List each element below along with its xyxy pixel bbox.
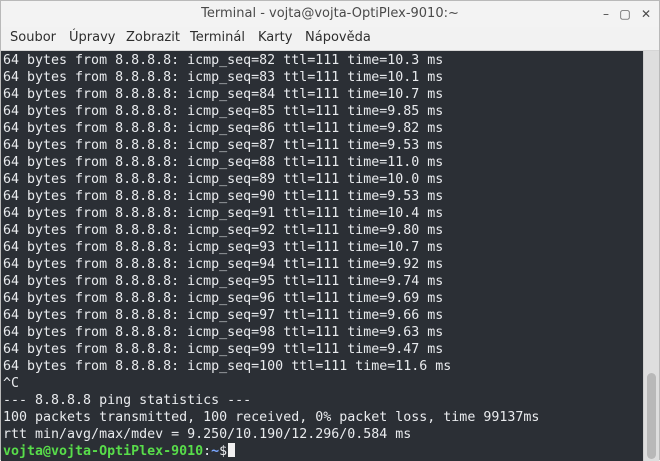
menu-soubor[interactable]: Soubor <box>10 30 56 45</box>
output-line: 64 bytes from 8.8.8.8: icmp_seq=84 ttl=1… <box>3 87 444 102</box>
menu-bar: Soubor Úpravy Zobrazit Terminál Karty Ná… <box>1 27 659 51</box>
scrollbar-thumb[interactable] <box>647 373 656 459</box>
output-line: 64 bytes from 8.8.8.8: icmp_seq=90 ttl=1… <box>3 189 444 204</box>
output-line: 64 bytes from 8.8.8.8: icmp_seq=92 ttl=1… <box>3 223 444 238</box>
output-line: --- 8.8.8.8 ping statistics --- <box>3 393 252 408</box>
minimize-icon[interactable]: – <box>597 5 615 23</box>
menu-karty[interactable]: Karty <box>258 30 292 45</box>
vertical-scrollbar[interactable] <box>643 51 659 461</box>
maximize-icon[interactable]: ▢ <box>616 5 634 23</box>
prompt-user-host: vojta@vojta-OptiPlex-9010 <box>3 444 204 459</box>
terminal-output[interactable]: 64 bytes from 8.8.8.8: icmp_seq=82 ttl=1… <box>1 51 643 461</box>
output-line: 64 bytes from 8.8.8.8: icmp_seq=94 ttl=1… <box>3 257 444 272</box>
output-line: 64 bytes from 8.8.8.8: icmp_seq=82 ttl=1… <box>3 53 444 68</box>
menu-zobrazit[interactable]: Zobrazit <box>126 30 180 45</box>
text-cursor <box>228 443 236 457</box>
output-line: 64 bytes from 8.8.8.8: icmp_seq=89 ttl=1… <box>3 172 444 187</box>
menu-napoveda[interactable]: Nápověda <box>305 30 371 45</box>
menu-terminal[interactable]: Terminál <box>190 30 245 45</box>
output-line: 64 bytes from 8.8.8.8: icmp_seq=95 ttl=1… <box>3 274 444 289</box>
output-line: 64 bytes from 8.8.8.8: icmp_seq=85 ttl=1… <box>3 104 444 119</box>
output-line: 64 bytes from 8.8.8.8: icmp_seq=96 ttl=1… <box>3 291 444 306</box>
output-line: ^C <box>3 376 20 391</box>
output-line: 64 bytes from 8.8.8.8: icmp_seq=88 ttl=1… <box>3 155 444 170</box>
output-line: rtt min/avg/max/mdev = 9.250/10.190/12.2… <box>3 427 412 442</box>
output-line: 64 bytes from 8.8.8.8: icmp_seq=97 ttl=1… <box>3 308 444 323</box>
prompt-line[interactable]: vojta@vojta-OptiPlex-9010:~$ <box>3 443 236 460</box>
output-line: 64 bytes from 8.8.8.8: icmp_seq=91 ttl=1… <box>3 206 444 221</box>
output-line: 64 bytes from 8.8.8.8: icmp_seq=99 ttl=1… <box>3 342 444 357</box>
output-line: 64 bytes from 8.8.8.8: icmp_seq=98 ttl=1… <box>3 325 444 340</box>
prompt-symbol: $ <box>219 444 228 459</box>
close-icon[interactable]: ✕ <box>637 5 655 23</box>
output-line: 100 packets transmitted, 100 received, 0… <box>3 410 540 425</box>
output-line: 64 bytes from 8.8.8.8: icmp_seq=93 ttl=1… <box>3 240 444 255</box>
prompt-path: ~ <box>211 444 220 459</box>
menu-upravy[interactable]: Úpravy <box>69 30 115 45</box>
window-title: Terminal - vojta@vojta-OptiPlex-9010:~ <box>201 6 459 21</box>
terminal-window: Terminal - vojta@vojta-OptiPlex-9010:~ –… <box>0 0 660 461</box>
output-line: 64 bytes from 8.8.8.8: icmp_seq=83 ttl=1… <box>3 70 444 85</box>
output-line: 64 bytes from 8.8.8.8: icmp_seq=86 ttl=1… <box>3 121 444 136</box>
output-line: 64 bytes from 8.8.8.8: icmp_seq=87 ttl=1… <box>3 138 444 153</box>
prompt-separator: : <box>203 444 212 459</box>
output-line: 64 bytes from 8.8.8.8: icmp_seq=100 ttl=… <box>3 359 452 374</box>
title-bar[interactable]: Terminal - vojta@vojta-OptiPlex-9010:~ –… <box>1 1 659 28</box>
